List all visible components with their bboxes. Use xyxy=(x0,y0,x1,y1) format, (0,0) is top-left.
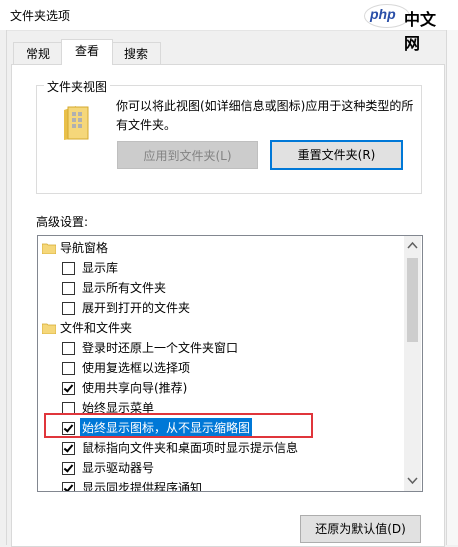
php-watermark-logo: php 中文网 xyxy=(364,2,446,53)
tree-vertical-scrollbar[interactable] xyxy=(404,236,421,491)
watermark-text-cn: 中文网 xyxy=(404,10,437,53)
folder-icon xyxy=(42,323,56,334)
folder-views-title: 文件夹视图 xyxy=(44,78,111,95)
scrollbar-thumb[interactable] xyxy=(407,258,418,342)
background-window-edge-right xyxy=(446,30,458,545)
tab-general[interactable]: 常规 xyxy=(13,42,63,65)
folder-views-description-line2: 有文件夹。 xyxy=(116,118,177,132)
tree-item-label: 使用共享向导(推荐) xyxy=(82,381,188,395)
tree-item-label: 显示驱动器号 xyxy=(82,461,155,475)
restore-defaults-button[interactable]: 还原为默认值(D) xyxy=(300,515,421,543)
tree-item-label: 鼠标指向文件夹和桌面项时显示提示信息 xyxy=(82,441,299,455)
advanced-settings-tree[interactable]: 导航窗格 显示库 显示所有文件夹 展开到打开的文件夹 文件和文件夹 登录时还原上… xyxy=(37,235,423,492)
folder-icon xyxy=(42,243,56,254)
apply-to-folders-button[interactable]: 应用到文件夹(L) xyxy=(117,141,258,169)
scroll-up-arrow-icon[interactable] xyxy=(407,241,418,249)
tab-search[interactable]: 搜索 xyxy=(111,42,161,65)
tree-item-label: 显示同步提供程序通知 xyxy=(82,481,203,492)
checkbox[interactable] xyxy=(62,262,75,275)
tree-group-label: 导航窗格 xyxy=(60,241,109,255)
checkbox[interactable] xyxy=(62,362,75,375)
tree-item-label: 显示所有文件夹 xyxy=(82,281,167,295)
folder-view-icon xyxy=(64,106,89,140)
title-bar: 文件夹选项 php 中文网 xyxy=(0,0,458,53)
tree-item-label: 使用复选框以选择项 xyxy=(82,361,191,375)
advanced-settings-label: 高级设置: xyxy=(36,215,89,229)
checkbox-checked[interactable] xyxy=(62,442,75,455)
tab-view[interactable]: 查看 xyxy=(61,39,113,65)
checkbox-checked[interactable] xyxy=(62,462,75,475)
folder-views-description-line1: 你可以将此视图(如详细信息或图标)应用于这种类型的所 xyxy=(116,99,414,113)
watermark-text-latin: php xyxy=(370,6,396,22)
background-window-edge-left xyxy=(0,30,7,545)
checkbox[interactable] xyxy=(62,282,75,295)
checkbox-checked[interactable] xyxy=(62,382,75,395)
tree-item-label: 显示库 xyxy=(82,261,119,275)
tree-group-label: 文件和文件夹 xyxy=(60,321,133,335)
annotation-highlight-box xyxy=(44,413,313,438)
tree-item-label: 登录时还原上一个文件夹窗口 xyxy=(82,341,239,355)
checkbox-checked[interactable] xyxy=(62,482,75,491)
checkbox[interactable] xyxy=(62,342,75,355)
scroll-down-arrow-icon[interactable] xyxy=(407,477,418,485)
window-title: 文件夹选项 xyxy=(10,9,71,23)
checkbox[interactable] xyxy=(62,302,75,315)
reset-folders-button[interactable]: 重置文件夹(R) xyxy=(270,140,403,170)
tree-item-label: 展开到打开的文件夹 xyxy=(82,301,191,315)
